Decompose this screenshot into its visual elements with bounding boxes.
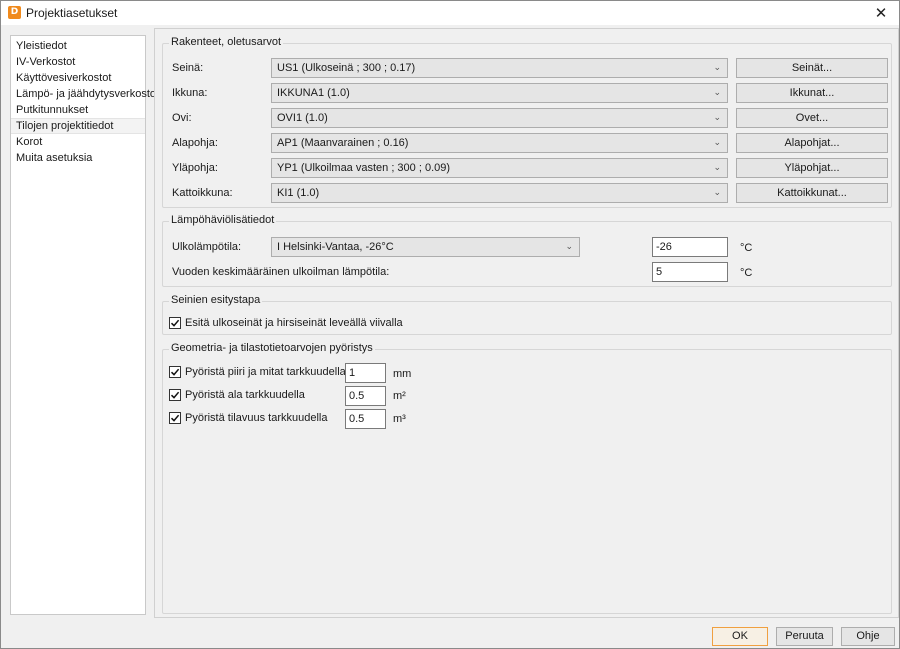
chevron-down-icon: ⌄ (565, 242, 573, 252)
wall-label: Seinä: (172, 62, 204, 74)
door-label: Ovi: (172, 112, 192, 124)
structures-legend: Rakenteet, oletusarvot (169, 36, 284, 48)
skylight-select[interactable]: KI1 (1.0) ⌄ (271, 183, 728, 203)
round-perimeter-label: Pyöristä piiri ja mitat tarkkuudella (185, 366, 346, 378)
settings-panel: Rakenteet, oletusarvot Seinä: US1 (Ulkos… (154, 28, 899, 618)
sidebar-item-ventilation-networks[interactable]: IV-Verkostot (11, 54, 145, 70)
ok-button[interactable]: OK (712, 627, 768, 646)
chevron-down-icon: ⌄ (713, 113, 721, 123)
roof-select[interactable]: YP1 (Ulkoilmaa vasten ; 300 ; 0.09) ⌄ (271, 158, 728, 178)
round-perimeter-checkbox[interactable] (169, 366, 181, 378)
structures-group: Rakenteet, oletusarvot Seinä: US1 (Ulkos… (162, 36, 892, 208)
round-volume-input[interactable]: 0.5 (345, 409, 386, 429)
round-perimeter-input[interactable]: 1 (345, 363, 386, 383)
sidebar-item-elevations[interactable]: Korot (11, 134, 145, 150)
checkmark-icon (170, 391, 180, 399)
walls-display-legend: Seinien esitystapa (169, 294, 263, 306)
walls-button[interactable]: Seinät... (736, 58, 888, 78)
base-floor-select[interactable]: AP1 (Maanvarainen ; 0.16) ⌄ (271, 133, 728, 153)
cancel-button[interactable]: Peruuta (776, 627, 833, 646)
checkmark-icon (170, 368, 180, 376)
round-volume-label: Pyöristä tilavuus tarkkuudella (185, 412, 328, 424)
project-settings-window: D Projektiasetukset ✕ Yleistiedot IV-Ver… (0, 0, 900, 649)
rounding-legend: Geometria- ja tilastotietoarvojen pyöris… (169, 342, 375, 354)
sidebar-nav: Yleistiedot IV-Verkostot Käyttövesiverko… (10, 35, 159, 615)
chevron-down-icon: ⌄ (713, 138, 721, 148)
chevron-down-icon: ⌄ (713, 88, 721, 98)
window-select[interactable]: IKKUNA1 (1.0) ⌄ (271, 83, 728, 103)
round-volume-unit: m³ (393, 413, 406, 425)
sidebar-item-other-settings[interactable]: Muita asetuksia (11, 150, 145, 166)
window-title: Projektiasetukset (26, 6, 118, 20)
skylight-label: Kattoikkuna: (172, 187, 233, 199)
outdoor-temp-label: Ulkolämpötila: (172, 241, 242, 253)
annual-temp-input[interactable]: 5 (652, 262, 728, 282)
roof-label: Yläpohja: (172, 162, 218, 174)
door-select[interactable]: OVI1 (1.0) ⌄ (271, 108, 728, 128)
checkmark-icon (170, 414, 180, 422)
sidebar-item-heating-cooling-networks[interactable]: Lämpö- ja jäähdytysverkostot (11, 86, 159, 102)
base-floors-button[interactable]: Alapohjat... (736, 133, 888, 153)
sidebar-item-room-project-data[interactable]: Tilojen projektitiedot (11, 118, 145, 134)
round-area-input[interactable]: 0.5 (345, 386, 386, 406)
chevron-down-icon: ⌄ (713, 188, 721, 198)
rounding-group: Geometria- ja tilastotietoarvojen pyöris… (162, 342, 892, 614)
base-floor-label: Alapohja: (172, 137, 218, 149)
round-area-unit: m² (393, 390, 406, 402)
heatloss-group: Lämpöhäviölisätiedot Ulkolämpötila: I He… (162, 214, 892, 287)
roofs-button[interactable]: Yläpohjat... (736, 158, 888, 178)
sidebar-item-general[interactable]: Yleistiedot (11, 38, 145, 54)
round-area-label: Pyöristä ala tarkkuudella (185, 389, 305, 401)
round-area-checkbox[interactable] (169, 389, 181, 401)
heatloss-legend: Lämpöhäviölisätiedot (169, 214, 277, 226)
doors-button[interactable]: Ovet... (736, 108, 888, 128)
checkmark-icon (170, 319, 180, 327)
round-perimeter-unit: mm (393, 368, 412, 380)
round-volume-checkbox[interactable] (169, 412, 181, 424)
outdoor-temp-input[interactable]: -26 (652, 237, 728, 257)
annual-temp-unit: °C (740, 267, 753, 279)
wall-select[interactable]: US1 (Ulkoseinä ; 300 ; 0.17) ⌄ (271, 58, 728, 78)
outdoor-location-select[interactable]: I Helsinki-Vantaa, -26°C ⌄ (271, 237, 580, 257)
outdoor-temp-unit: °C (740, 242, 753, 254)
help-button[interactable]: Ohje (841, 627, 895, 646)
wide-line-checkbox[interactable] (169, 317, 181, 329)
sidebar-item-water-networks[interactable]: Käyttövesiverkostot (11, 70, 145, 86)
skylights-button[interactable]: Kattoikkunat... (736, 183, 888, 203)
chevron-down-icon: ⌄ (713, 63, 721, 73)
close-icon[interactable]: ✕ (867, 1, 895, 25)
annual-temp-label: Vuoden keskimääräinen ulkoilman lämpötil… (172, 266, 390, 278)
sidebar-item-pipe-codes[interactable]: Putkitunnukset (11, 102, 145, 118)
walls-display-group: Seinien esitystapa Esitä ulkoseinät ja h… (162, 294, 892, 335)
windows-button[interactable]: Ikkunat... (736, 83, 888, 103)
app-logo-icon: D (8, 6, 21, 19)
wide-line-label: Esitä ulkoseinät ja hirsiseinät leveällä… (185, 317, 403, 329)
title-bar: D Projektiasetukset ✕ (1, 1, 899, 25)
window-label: Ikkuna: (172, 87, 208, 99)
chevron-down-icon: ⌄ (713, 163, 721, 173)
